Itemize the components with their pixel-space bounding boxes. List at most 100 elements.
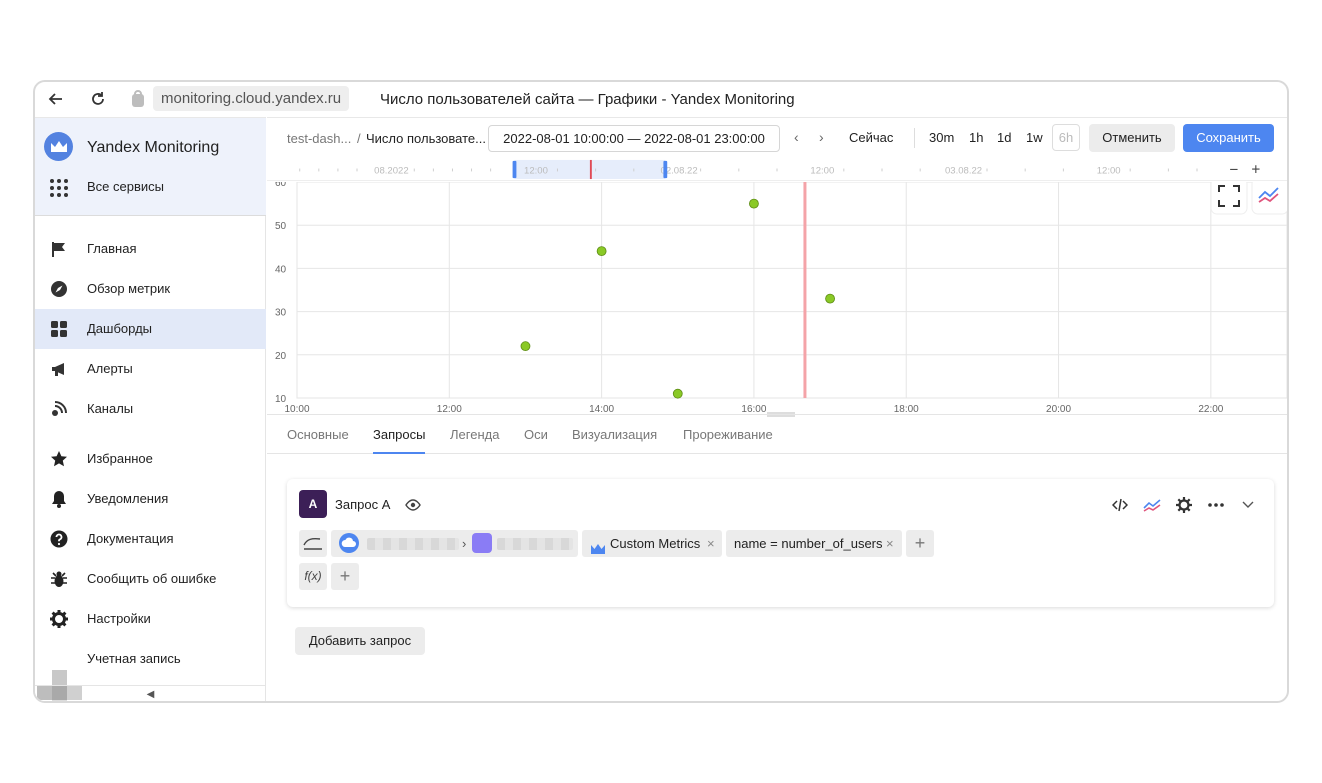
query-title[interactable]: Запрос A: [335, 497, 390, 512]
tab-main[interactable]: Основные: [287, 427, 349, 452]
flag-icon: [49, 239, 69, 259]
period-6h-button[interactable]: 6h: [1052, 124, 1080, 151]
scatter-point[interactable]: [520, 341, 531, 352]
time-range-input[interactable]: 2022-08-01 10:00:00 — 2022-08-01 23:00:0…: [488, 125, 780, 152]
query-card: A Запрос A › Custom Metrics × name = num…: [287, 479, 1274, 607]
bug-icon: [49, 569, 69, 589]
sidebar-item-favorites[interactable]: Избранное: [35, 439, 266, 479]
scatter-point[interactable]: [749, 198, 759, 209]
sidebar-item-label: Главная: [87, 241, 137, 256]
dashboard-icon: [49, 319, 69, 339]
sidebar-item-settings[interactable]: Настройки: [35, 599, 266, 639]
more-icon[interactable]: [1206, 496, 1226, 514]
remove-label-icon[interactable]: ×: [886, 530, 894, 557]
sidebar-item-report-bug[interactable]: Сообщить об ошибке: [35, 559, 266, 599]
period-1w-button[interactable]: 1w: [1026, 130, 1043, 145]
timeline-label: 12:00: [810, 165, 834, 176]
sidebar-item-channels[interactable]: Каналы: [35, 389, 266, 429]
crown-icon: [590, 537, 606, 564]
function-button[interactable]: f(x): [299, 563, 327, 590]
tab-queries[interactable]: Запросы: [373, 427, 426, 454]
tab-visualization[interactable]: Визуализация: [572, 427, 657, 452]
sidebar-item-account[interactable]: Учетная запись: [35, 639, 266, 679]
collapse-sidebar-button[interactable]: ◀: [35, 685, 266, 701]
x-tick-label: 16:00: [741, 404, 766, 412]
fullscreen-button[interactable]: [1210, 182, 1248, 215]
tab-downsampling[interactable]: Прореживание: [683, 427, 773, 452]
label-filter-text: name = number_of_users: [734, 536, 883, 551]
prev-range-icon[interactable]: ‹: [794, 129, 799, 145]
scatter-point[interactable]: [825, 293, 835, 304]
scatter-point[interactable]: [596, 246, 607, 257]
scatter-chart: 10:00 12:00 14:00 16:00 18:00 20:00 22:00 10 20…: [275, 182, 1287, 412]
period-1d-button[interactable]: 1d: [997, 130, 1011, 145]
reload-icon[interactable]: [87, 88, 109, 110]
y-tick-label: 10: [275, 394, 287, 405]
sidebar-item-docs[interactable]: Документация: [35, 519, 266, 559]
sidebar-item-dashboards[interactable]: Дашборды: [35, 309, 266, 349]
gear-icon: [49, 609, 69, 629]
settings-tabs: Основные Запросы Легенда Оси Визуализаци…: [267, 414, 1287, 454]
path-separator: ›: [462, 536, 467, 551]
visualization-icon[interactable]: [1142, 496, 1162, 514]
timeline-left-handle[interactable]: [512, 160, 517, 179]
resource-path-chip[interactable]: ›: [331, 530, 578, 557]
breadcrumb-dashboard[interactable]: test-dash...: [287, 131, 351, 146]
sidebar-item-label: Уведомления: [87, 491, 169, 506]
sidebar-item-metrics[interactable]: Обзор метрик: [35, 269, 266, 309]
timeline-label: 03.08.22: [945, 165, 982, 176]
scatter-point[interactable]: [672, 388, 683, 399]
cancel-button[interactable]: Отменить: [1089, 124, 1175, 152]
back-icon[interactable]: [45, 88, 67, 110]
sidebar-item-alerts[interactable]: Алерты: [35, 349, 266, 389]
timeline-label: 08.2022: [374, 165, 408, 176]
timeline-right-handle[interactable]: [663, 160, 668, 179]
sidebar-item-label: Алерты: [87, 361, 133, 376]
y-tick-label: 20: [275, 351, 287, 362]
gear-icon[interactable]: [1174, 496, 1194, 514]
x-tick-label: 22:00: [1198, 404, 1223, 412]
next-range-icon[interactable]: ›: [819, 129, 824, 145]
y-tick-label: 50: [275, 221, 287, 232]
browser-window: monitoring.cloud.yandex.ru Число пользов…: [33, 80, 1289, 703]
zoom-out-button[interactable]: −: [1229, 161, 1238, 178]
service-chip-label: Custom Metrics: [610, 536, 701, 551]
save-button[interactable]: Сохранить: [1183, 124, 1274, 152]
address-bar[interactable]: monitoring.cloud.yandex.ru: [153, 86, 350, 111]
now-button[interactable]: Сейчас: [849, 130, 893, 145]
y-tick-label: 40: [275, 264, 287, 275]
sidebar-item-notifications[interactable]: Уведомления: [35, 479, 266, 519]
all-services-link[interactable]: Все сервисы: [87, 179, 164, 194]
breadcrumb-separator: /: [357, 131, 361, 146]
chevron-down-icon[interactable]: [1238, 496, 1258, 514]
brand-name[interactable]: Yandex Monitoring: [87, 139, 219, 157]
broadcast-icon: [49, 399, 69, 419]
service-chip[interactable]: Custom Metrics ×: [582, 530, 722, 557]
period-30m-button[interactable]: 30m: [929, 130, 954, 145]
label-filter-chip[interactable]: name = number_of_users ×: [726, 530, 902, 557]
breadcrumb-current: Число пользовате...: [366, 131, 486, 146]
sidebar-header: Yandex Monitoring Все сервисы: [35, 118, 266, 216]
add-function-button[interactable]: +: [331, 563, 359, 590]
tab-legend[interactable]: Легенда: [450, 427, 499, 452]
period-1h-button[interactable]: 1h: [969, 130, 983, 145]
folder-icon: [472, 533, 492, 553]
query-mode-button[interactable]: [299, 530, 327, 557]
add-query-button[interactable]: Добавить запрос: [295, 627, 425, 655]
tab-axes[interactable]: Оси: [524, 427, 548, 452]
remove-service-icon[interactable]: ×: [707, 530, 715, 557]
sidebar-item-label: Дашборды: [87, 321, 152, 336]
zoom-in-button[interactable]: +: [1251, 161, 1260, 178]
x-tick-label: 14:00: [589, 404, 614, 412]
megaphone-icon: [49, 359, 69, 379]
eye-icon[interactable]: [405, 498, 421, 512]
code-icon[interactable]: [1110, 496, 1130, 514]
timeline-navigator[interactable]: 08.2022 12:00 02.08.22 12:00 03.08.22 12…: [267, 159, 1287, 181]
add-selector-button[interactable]: +: [906, 530, 934, 557]
chart-type-button[interactable]: [1251, 182, 1287, 215]
crown-logo-icon[interactable]: [44, 132, 73, 161]
sidebar-item-home[interactable]: Главная: [35, 229, 266, 269]
cloud-icon: [339, 533, 359, 553]
grid-dots-icon[interactable]: [49, 178, 69, 198]
toolbar-divider: [914, 128, 915, 148]
